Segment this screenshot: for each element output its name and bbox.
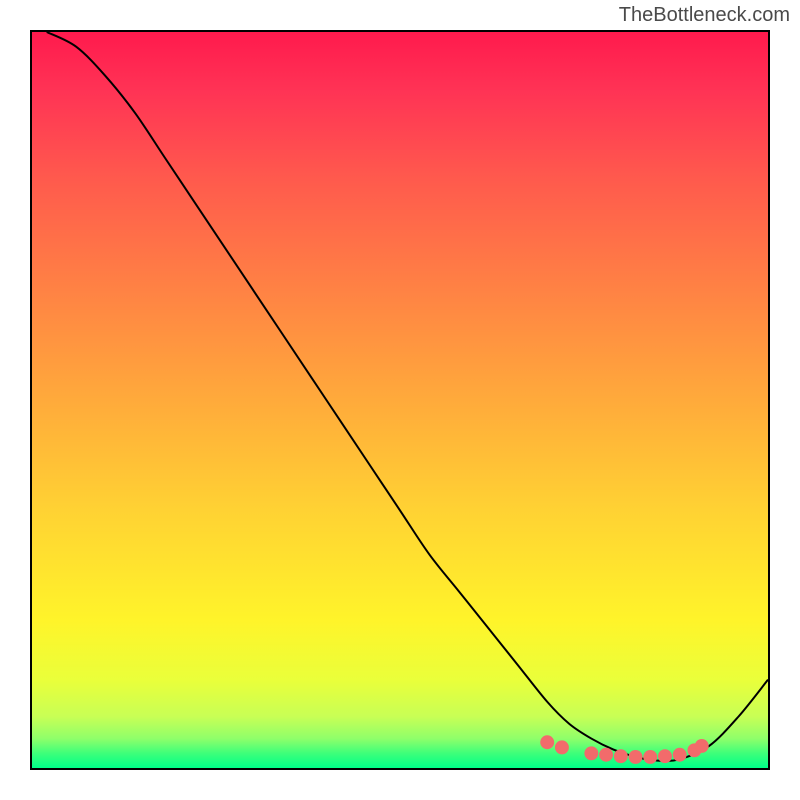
data-marker <box>599 748 613 762</box>
data-marker <box>555 740 569 754</box>
marker-group <box>540 735 708 764</box>
data-marker <box>643 750 657 764</box>
data-marker <box>584 746 598 760</box>
curve-line <box>47 32 768 761</box>
data-marker <box>629 750 643 764</box>
data-marker <box>673 748 687 762</box>
watermark-text: TheBottleneck.com <box>619 4 790 27</box>
data-marker <box>540 735 554 749</box>
chart-plot-area <box>30 30 770 770</box>
data-marker <box>658 749 672 763</box>
data-marker <box>695 739 709 753</box>
chart-svg <box>32 32 768 768</box>
data-marker <box>614 749 628 763</box>
